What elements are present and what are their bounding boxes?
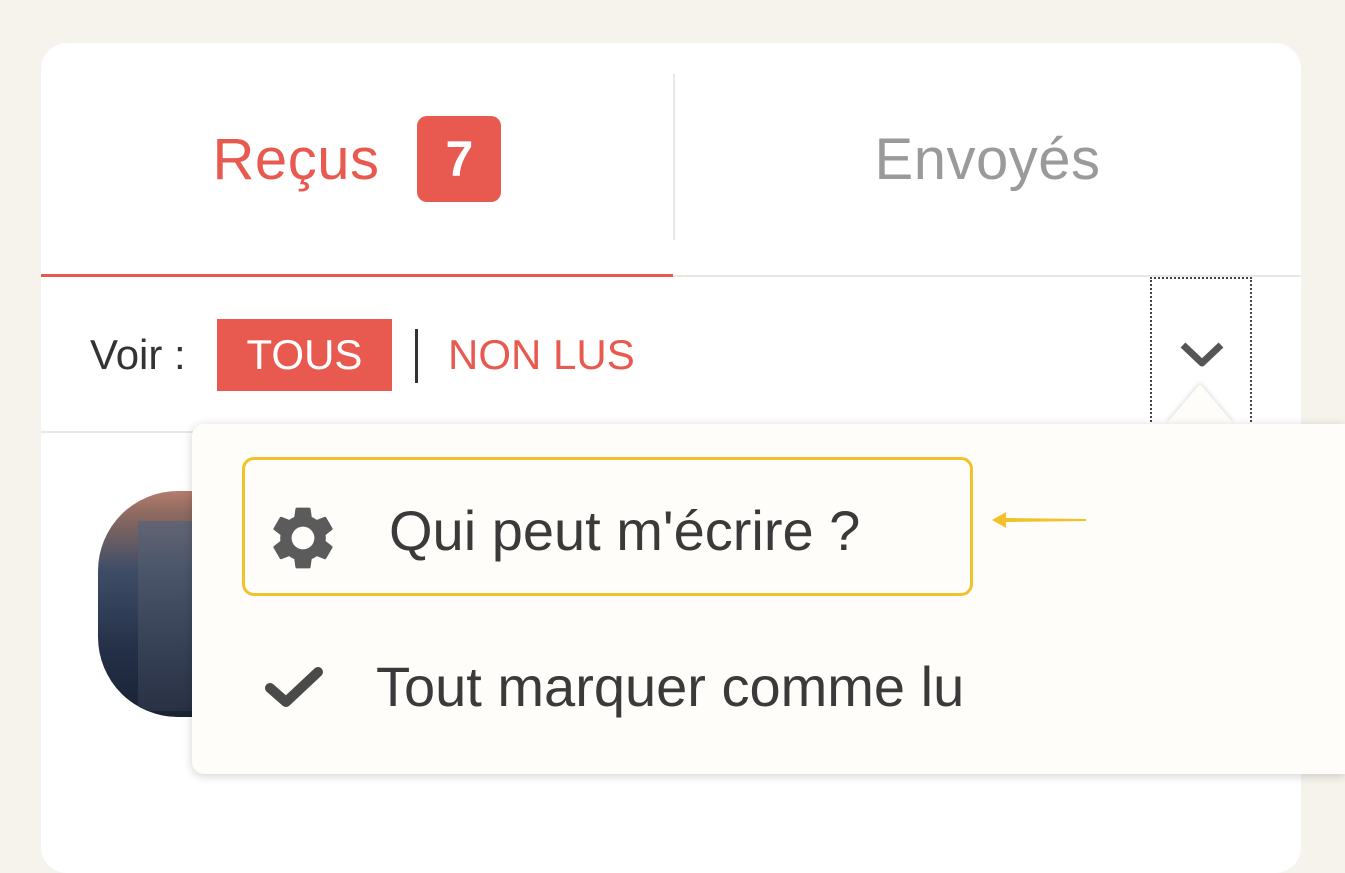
pointer-arrow-icon xyxy=(992,512,1086,528)
tab-sent-label: Envoyés xyxy=(874,126,1101,192)
gear-icon xyxy=(265,500,341,581)
filter-bar: Voir : TOUS NON LUS xyxy=(41,277,1301,433)
filter-unread-button[interactable]: NON LUS xyxy=(448,331,635,379)
menu-item-mark-all-read-label: Tout marquer comme lu xyxy=(376,655,965,718)
tab-received[interactable]: Reçus 7 xyxy=(41,43,673,277)
menu-item-who-can-write-label: Qui peut m'écrire ? xyxy=(389,499,861,562)
checkmark-icon xyxy=(264,664,324,715)
filter-all-button[interactable]: TOUS xyxy=(217,319,392,391)
filter-separator xyxy=(415,329,418,383)
menu-item-who-can-write[interactable]: Qui peut m'écrire ? xyxy=(242,457,973,596)
chevron-down-icon xyxy=(1180,342,1224,367)
message-tabs: Reçus 7 Envoyés xyxy=(41,43,1301,277)
options-dropdown-menu: Qui peut m'écrire ? Tout marquer comme l… xyxy=(192,424,1345,774)
tab-received-label: Reçus xyxy=(212,126,380,192)
filter-label: Voir : xyxy=(90,331,186,378)
dropdown-caret xyxy=(1166,384,1234,424)
tab-sent[interactable]: Envoyés xyxy=(674,43,1301,275)
menu-item-mark-all-read[interactable]: Tout marquer comme lu xyxy=(264,634,1164,734)
unread-count-badge: 7 xyxy=(417,116,502,202)
